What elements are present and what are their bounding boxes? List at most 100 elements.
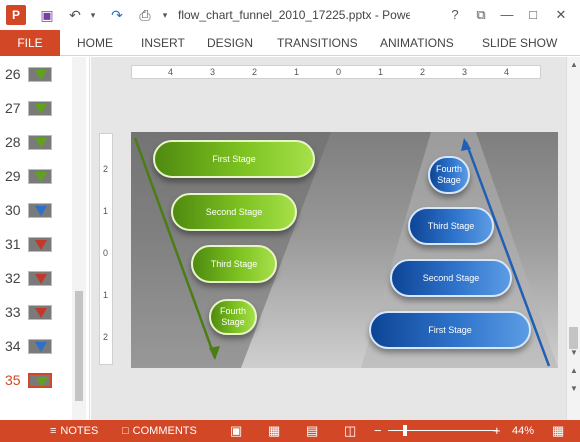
slide-preview-image	[28, 67, 52, 82]
ruler-tick: 2	[103, 332, 109, 342]
ruler-tick: 4	[168, 67, 174, 77]
ruler-tick: 2	[252, 67, 258, 77]
ribbon-display-options-button[interactable]: ⧉	[470, 5, 492, 25]
funnel-icon	[36, 377, 48, 387]
comments-label: COMMENTS	[132, 425, 197, 437]
slide-thumbnail[interactable]: 34	[0, 329, 72, 363]
maximize-button[interactable]: □	[522, 5, 544, 25]
fit-slide-icon[interactable]: ▦	[552, 420, 564, 442]
save-icon[interactable]: ▣	[38, 6, 56, 24]
slide-number: 29	[5, 168, 21, 184]
green-stage-4[interactable]: Fourth Stage	[209, 299, 257, 335]
slide-thumbnail[interactable]: 32	[0, 261, 72, 295]
redo-icon[interactable]: ↷	[108, 6, 126, 24]
close-button[interactable]: ✕	[550, 5, 572, 25]
slide-preview-image	[28, 339, 52, 354]
slide-editor: 4 3 2 1 0 1 2 3 4 2 1 0 1 2 First Stage …	[91, 57, 566, 420]
undo-dropdown-icon[interactable]: ▾	[84, 6, 102, 24]
window-title: flow_chart_funnel_2010_17225.pptx - Powe…	[178, 8, 410, 22]
next-slide-icon[interactable]: ▼	[568, 383, 580, 395]
slide-show-icon[interactable]: ◫	[344, 420, 356, 442]
funnel-icon	[35, 70, 47, 80]
slide-thumbnail[interactable]: 35	[0, 363, 72, 397]
funnel-icon	[35, 172, 47, 182]
ruler-tick: 2	[420, 67, 426, 77]
tab-insert[interactable]: INSERT	[141, 30, 185, 56]
tab-home[interactable]: HOME	[77, 30, 113, 56]
notes-button[interactable]: ≡ NOTES	[50, 420, 98, 442]
help-button[interactable]: ?	[444, 5, 466, 25]
current-slide[interactable]: First Stage Second Stage Third Stage Fou…	[131, 132, 558, 368]
zoom-level[interactable]: 44%	[512, 420, 534, 442]
ruler-tick: 1	[378, 67, 384, 77]
ruler-tick: 3	[462, 67, 468, 77]
slide-number: 32	[5, 270, 21, 286]
blue-stage-1[interactable]: First Stage	[369, 311, 531, 349]
notes-icon: ≡	[50, 425, 57, 437]
funnel-icon	[35, 308, 47, 318]
undo-icon[interactable]: ↶	[66, 6, 84, 24]
slide-preview-image	[28, 135, 52, 150]
tab-animations[interactable]: ANIMATIONS	[380, 30, 454, 56]
slide-thumbnail[interactable]: 26	[0, 57, 72, 91]
blue-stage-4[interactable]: Fourth Stage	[428, 156, 470, 194]
previous-slide-icon[interactable]: ▲	[568, 365, 580, 377]
file-tab[interactable]: FILE	[0, 30, 60, 56]
slide-number: 33	[5, 304, 21, 320]
slide-preview-image	[28, 203, 52, 218]
green-stage-1[interactable]: First Stage	[153, 140, 315, 178]
slide-thumbnail[interactable]: 27	[0, 91, 72, 125]
powerpoint-app-icon: P	[6, 5, 26, 25]
comment-icon: □	[122, 425, 129, 437]
slide-number: 26	[5, 66, 21, 82]
tab-transitions[interactable]: TRANSITIONS	[277, 30, 358, 56]
funnel-icon	[35, 342, 47, 352]
minimize-button[interactable]: —	[496, 5, 518, 25]
title-bar: P ▣ ↶ ▾ ↷ ⎙ ▾ flow_chart_funnel_2010_172…	[0, 0, 580, 30]
ruler-tick: 4	[504, 67, 510, 77]
slide-preview-image	[28, 101, 52, 116]
zoom-slider-thumb[interactable]	[402, 425, 407, 436]
tab-design[interactable]: DESIGN	[207, 30, 253, 56]
green-stage-3[interactable]: Third Stage	[191, 245, 277, 283]
editor-scroll-thumb[interactable]	[569, 327, 578, 349]
comments-button[interactable]: □ COMMENTS	[122, 420, 197, 442]
tab-slide-show[interactable]: SLIDE SHOW	[482, 30, 557, 56]
slide-number: 27	[5, 100, 21, 116]
scroll-down-arrow-icon[interactable]: ▼	[568, 347, 580, 359]
blue-stage-3[interactable]: Third Stage	[408, 207, 494, 245]
slide-thumbnail[interactable]: 31	[0, 227, 72, 261]
customize-toolbar-icon[interactable]: ▾	[156, 6, 174, 24]
green-stage-2[interactable]: Second Stage	[171, 193, 297, 231]
slide-preview-image	[28, 373, 52, 388]
blue-stage-2[interactable]: Second Stage	[390, 259, 512, 297]
reading-view-icon[interactable]: ▤	[306, 420, 318, 442]
thumbnails-scrollbar[interactable]	[72, 57, 86, 420]
ruler-tick: 3	[210, 67, 216, 77]
horizontal-ruler: 4 3 2 1 0 1 2 3 4	[131, 65, 541, 79]
editor-scrollbar[interactable]: ▲ ▼ ▲ ▼	[566, 57, 580, 420]
slide-preview-image	[28, 169, 52, 184]
funnel-icon	[35, 206, 47, 216]
slide-thumbnail[interactable]: 33	[0, 295, 72, 329]
zoom-out-button[interactable]: −	[374, 420, 382, 442]
slide-thumbnail[interactable]: 30	[0, 193, 72, 227]
slide-thumbnail[interactable]: 29	[0, 159, 72, 193]
slide-sorter-icon[interactable]: ▦	[268, 420, 280, 442]
scroll-up-arrow-icon[interactable]: ▲	[568, 59, 580, 71]
slide-preview-image	[28, 271, 52, 286]
present-from-start-icon[interactable]: ⎙	[136, 6, 154, 24]
slide-thumbnail[interactable]: 28	[0, 125, 72, 159]
ruler-tick: 1	[103, 206, 109, 216]
slide-thumbnails-panel: 26 27 28 29 30 31 32 33 34 35	[0, 57, 90, 420]
thumbnails-scroll-thumb[interactable]	[75, 291, 83, 401]
zoom-in-button[interactable]: +	[493, 420, 501, 442]
slide-number: 30	[5, 202, 21, 218]
normal-view-icon[interactable]: ▣	[230, 420, 242, 442]
slide-number: 35	[5, 372, 21, 388]
ruler-tick: 2	[103, 164, 109, 174]
ruler-tick: 0	[103, 248, 109, 258]
slide-preview-image	[28, 237, 52, 252]
vertical-ruler: 2 1 0 1 2	[99, 133, 113, 365]
slide-preview-image	[28, 305, 52, 320]
